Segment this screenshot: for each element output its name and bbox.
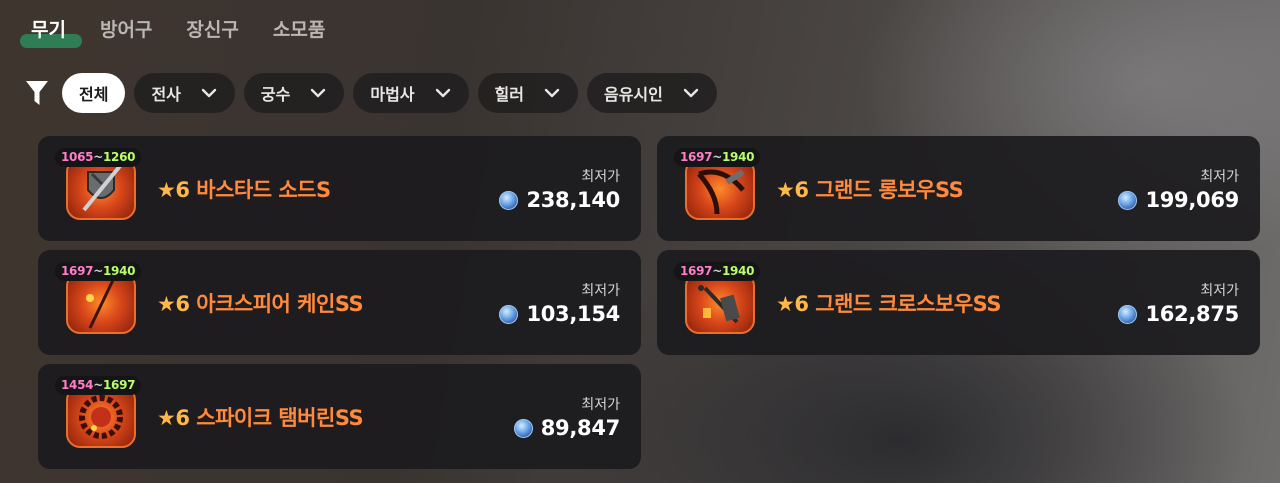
star-grade: ★6	[776, 292, 809, 316]
item-card[interactable]: 1454~1697 ★6 스파이크 탬버린SS 최저가 89,847	[38, 364, 641, 469]
item-card[interactable]: 1697~1940 ★6 그랜드 롱보우SS 최저가 199,069	[657, 136, 1260, 241]
item-thumbnail	[685, 158, 755, 220]
level-range-badge: 1065~1260	[55, 148, 142, 167]
price: 238,140	[499, 188, 620, 212]
level-range-badge: 1697~1940	[674, 262, 761, 281]
item-name-text: 스파이크 탬버린SS	[196, 406, 364, 430]
tab-label: 무기	[31, 19, 66, 41]
coin-icon	[1118, 304, 1138, 324]
longbow-icon	[697, 169, 745, 215]
range-high: 1260	[102, 150, 136, 164]
coin-icon	[499, 304, 519, 324]
tab-accessories[interactable]: 장신구	[186, 16, 238, 50]
filter-label: 전체	[79, 85, 109, 104]
chevron-down-icon	[435, 88, 450, 98]
tambourine-icon	[79, 395, 123, 439]
lowest-price-label: 최저가	[581, 169, 620, 185]
star-grade: ★6	[776, 178, 809, 202]
filter-warrior-dropdown[interactable]: 전사	[134, 73, 235, 113]
class-filter-bar: 전체 전사 궁수 마법사 힐러 음유시인	[24, 73, 726, 113]
item-name-text: 바스타드 소드S	[196, 178, 331, 202]
cane-icon	[86, 277, 116, 329]
coin-icon	[499, 190, 519, 210]
price-value: 199,069	[1145, 188, 1239, 212]
filter-healer-dropdown[interactable]: 힐러	[477, 73, 578, 113]
range-high: 1697	[102, 378, 136, 392]
price-value: 103,154	[526, 302, 620, 326]
item-name-text: 그랜드 롱보우SS	[815, 178, 964, 202]
tab-consumables[interactable]: 소모품	[273, 16, 325, 50]
range-low: 1454	[61, 378, 94, 392]
tab-label: 장신구	[186, 19, 239, 41]
item-name: ★6 그랜드 롱보우SS	[776, 174, 964, 204]
range-high: 1940	[721, 150, 755, 164]
price: 103,154	[499, 302, 620, 326]
range-separator: ~	[93, 264, 103, 278]
star-grade: ★6	[157, 292, 190, 316]
chevron-down-icon	[683, 88, 699, 98]
coin-icon	[1118, 190, 1138, 210]
range-separator: ~	[93, 378, 103, 392]
filter-all-chip[interactable]: 전체	[62, 73, 126, 113]
range-separator: ~	[93, 150, 103, 164]
price: 89,847	[513, 416, 621, 440]
filter-label: 음유시인	[603, 85, 663, 104]
item-name-text: 그랜드 크로스보우SS	[815, 292, 1001, 316]
price: 199,069	[1118, 188, 1239, 212]
filter-mage-dropdown[interactable]: 마법사	[353, 73, 469, 113]
level-range-badge: 1697~1940	[55, 262, 142, 281]
chevron-down-icon	[311, 88, 326, 98]
range-separator: ~	[712, 264, 722, 278]
coin-icon	[513, 418, 533, 438]
item-thumbnail	[66, 272, 136, 334]
range-separator: ~	[712, 150, 722, 164]
tab-weapons[interactable]: 무기	[20, 16, 82, 50]
item-name-text: 아크스피어 케인SS	[196, 292, 364, 316]
chevron-down-icon	[201, 88, 217, 98]
item-name: ★6 그랜드 크로스보우SS	[776, 288, 1001, 318]
filter-label: 궁수	[260, 85, 291, 104]
tab-label: 방어구	[99, 19, 153, 41]
filter-archer-dropdown[interactable]: 궁수	[243, 73, 345, 113]
level-range-badge: 1697~1940	[674, 148, 761, 167]
item-name: ★6 바스타드 소드S	[157, 174, 331, 204]
filter-icon[interactable]	[24, 78, 50, 108]
price-value: 89,847	[540, 416, 621, 440]
filter-label: 힐러	[494, 85, 524, 104]
filter-bard-dropdown[interactable]: 음유시인	[586, 73, 717, 113]
tab-armor[interactable]: 방어구	[100, 16, 152, 50]
item-card[interactable]: 1065~1260 ★6 바스타드 소드S 최저가 238,140	[38, 136, 641, 241]
star-grade: ★6	[157, 406, 190, 430]
range-low: 1697	[61, 264, 94, 278]
lowest-price-label: 최저가	[1200, 169, 1239, 185]
price-value: 238,140	[526, 188, 620, 212]
filter-label: 전사	[151, 85, 181, 104]
crossbow-icon	[698, 285, 740, 324]
item-name: ★6 아크스피어 케인SS	[157, 288, 364, 318]
range-low: 1697	[680, 264, 713, 278]
chevron-down-icon	[544, 88, 560, 98]
range-low: 1697	[680, 150, 713, 164]
star-grade: ★6	[157, 178, 190, 202]
range-high: 1940	[721, 264, 755, 278]
price: 162,875	[1118, 302, 1239, 326]
lowest-price-label: 최저가	[581, 283, 620, 299]
item-name: ★6 스파이크 탬버린SS	[157, 402, 364, 432]
filter-label: 마법사	[370, 85, 415, 104]
range-high: 1940	[102, 264, 136, 278]
item-thumbnail	[66, 386, 136, 448]
item-thumbnail	[685, 272, 755, 334]
greatsword-shield-icon	[82, 164, 122, 212]
item-card[interactable]: 1697~1940 ★6 그랜드 크로스보우SS 최저가 162,875	[657, 250, 1260, 355]
item-thumbnail	[66, 158, 136, 220]
item-card[interactable]: 1697~1940 ★6 아크스피어 케인SS 최저가 103,154	[38, 250, 641, 355]
lowest-price-label: 최저가	[581, 397, 620, 413]
range-low: 1065	[61, 150, 94, 164]
tab-label: 소모품	[272, 19, 326, 41]
price-value: 162,875	[1145, 302, 1239, 326]
category-tabs: 무기 방어구 장신구 소모품	[20, 16, 359, 50]
lowest-price-label: 최저가	[1200, 283, 1239, 299]
level-range-badge: 1454~1697	[55, 376, 142, 395]
